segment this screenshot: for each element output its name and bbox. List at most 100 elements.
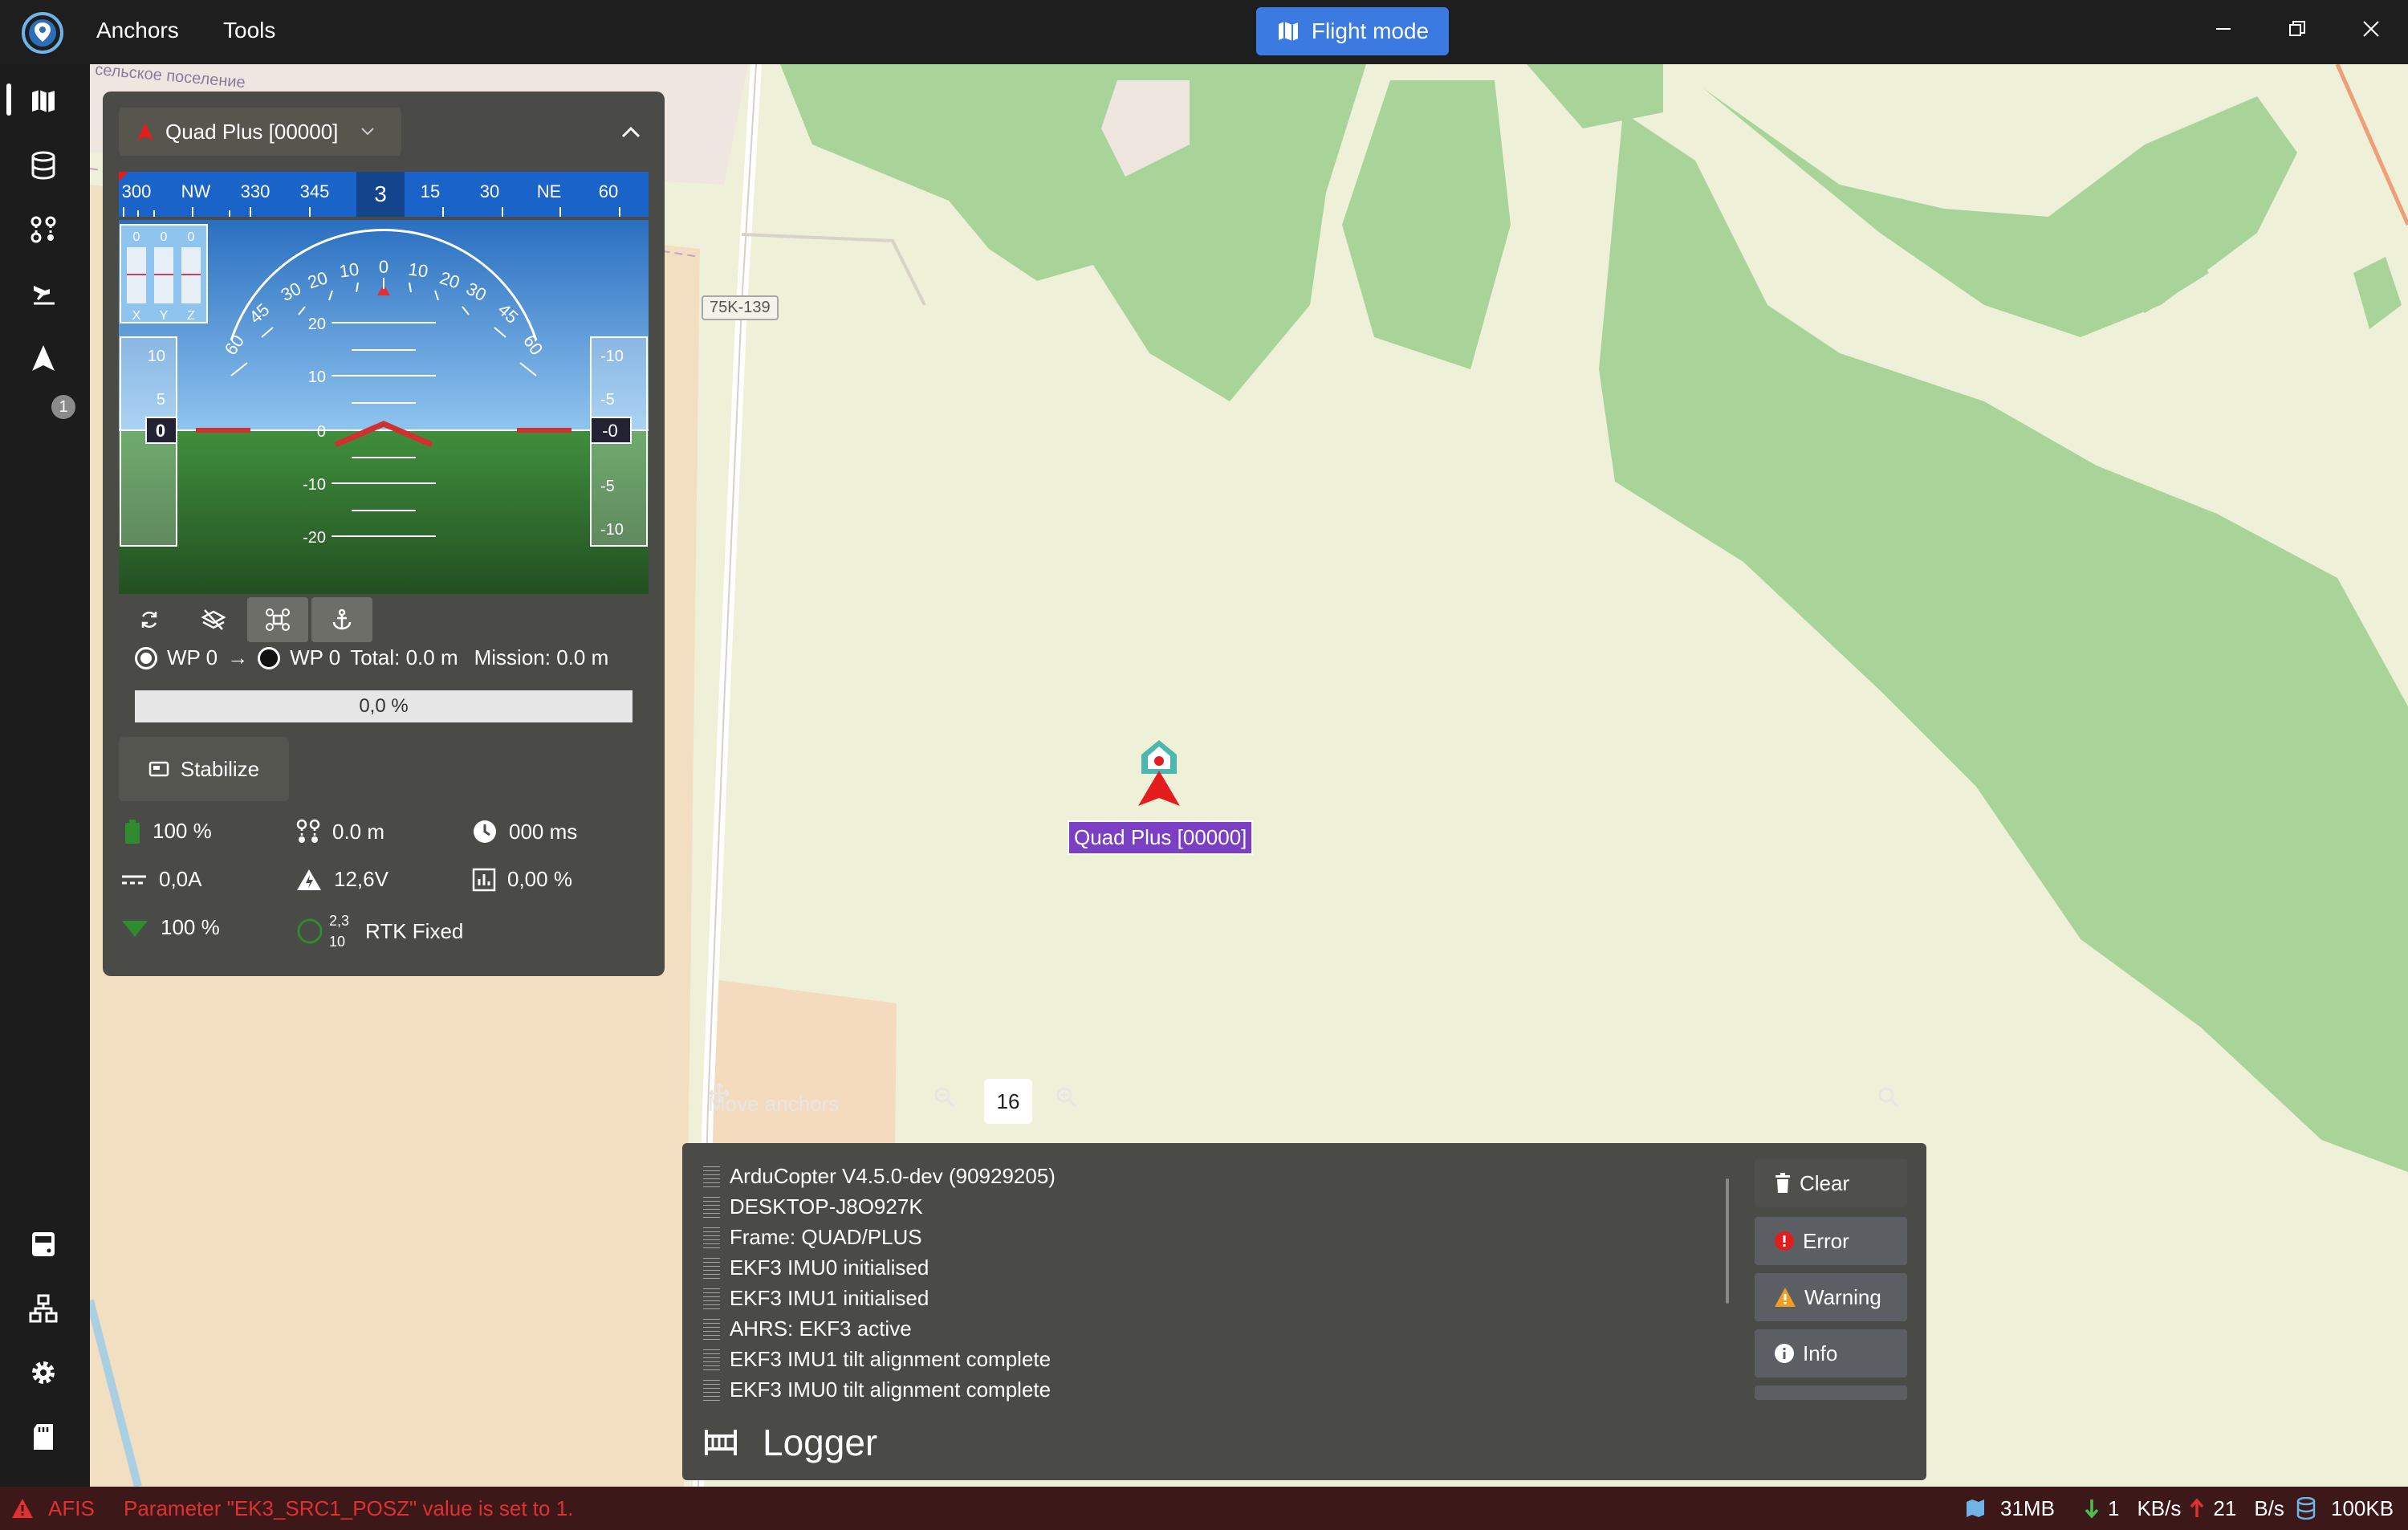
list-item: 𝄛 EKF3 IMU0 tilt alignment complete: [703, 1374, 1602, 1405]
sidebar-item-sdcard[interactable]: [21, 1414, 66, 1459]
title-bar: Anchors Tools Flight mode: [0, 0, 2408, 64]
wp-to-radio[interactable]: [258, 646, 281, 669]
attitude-graphic: 60 45 30 20 10 0 10 20 30 45 60 20100 -1…: [119, 220, 649, 594]
list-item: 𝄛 EKF3 IMU1 tilt alignment complete: [703, 1344, 1602, 1374]
close-button[interactable]: [2355, 13, 2387, 45]
status-source[interactable]: AFIS: [11, 1487, 95, 1530]
svg-text:Y: Y: [160, 309, 169, 323]
anchor-button[interactable]: [311, 597, 372, 642]
gps-fix: RTK Fixed: [365, 918, 464, 943]
flight-mode-button[interactable]: Flight mode: [1256, 7, 1449, 55]
zoom-out-icon: [934, 1087, 956, 1109]
minimize-button[interactable]: [2207, 13, 2239, 45]
signal-icon: [122, 920, 148, 937]
compass-tick: 345: [299, 181, 330, 201]
filter-error-button[interactable]: Error: [1755, 1217, 1907, 1265]
wp-from: WP 0: [167, 645, 218, 669]
trash-icon: [1775, 1173, 1790, 1193]
distance-value: 0.0 m: [332, 819, 385, 844]
filter-info-button[interactable]: Info: [1755, 1329, 1907, 1377]
sidebar-item-routes[interactable]: [21, 207, 66, 252]
svg-text:-20: -20: [303, 529, 326, 547]
landing-icon: [34, 286, 55, 305]
vehicle-marker[interactable]: [1135, 737, 1183, 809]
svg-text:0: 0: [317, 423, 326, 441]
logger-title: Logger: [703, 1421, 877, 1464]
menu-anchors[interactable]: Anchors: [96, 18, 179, 43]
drone-view-button[interactable]: [247, 597, 308, 642]
compass-tick: NE: [536, 181, 562, 201]
down-count: 1: [2108, 1495, 2120, 1520]
list-item: 𝄛 EKF3 IMU0 initialised: [703, 1252, 1602, 1283]
svg-text:0: 0: [156, 421, 165, 441]
wp-from-radio[interactable]: [135, 646, 157, 669]
compass-tick: 30: [479, 181, 500, 201]
zoom-level[interactable]: 16: [984, 1079, 1032, 1124]
gps-icon: [297, 918, 323, 944]
compass-tick: 330: [240, 181, 270, 201]
arrow-right-icon: →: [227, 645, 249, 669]
navigation-badge: 1: [51, 395, 75, 419]
logger-panel: 𝄛 ArduCopter V4.5.0-dev (90929205) 𝄛 DESKT…: [682, 1143, 1926, 1480]
app-logo[interactable]: [21, 11, 64, 55]
latency-stat: 000 ms: [472, 819, 577, 844]
info-icon: [1775, 1344, 1794, 1363]
sidebar-item-map[interactable]: [21, 79, 66, 124]
sidebar-item-landing[interactable]: [21, 271, 66, 316]
log-icon: 𝄛: [703, 1285, 720, 1309]
log-text: EKF3 IMU1 tilt alignment complete: [729, 1346, 1051, 1371]
svg-text:-10: -10: [600, 348, 624, 365]
compass-tick: 15: [420, 181, 441, 201]
move-anchors-button[interactable]: Move anchors: [708, 1082, 839, 1125]
waypoints-icon: [296, 819, 320, 843]
svg-text:-10: -10: [600, 521, 624, 539]
list-item: 𝄛 Frame: QUAD/PLUS: [703, 1222, 1602, 1252]
flight-mode-select[interactable]: Stabilize: [119, 737, 289, 801]
throttle-stat: 0,00 %: [472, 867, 572, 892]
log-icon: 𝄛: [703, 1163, 720, 1187]
list-item: 𝄛 ArduCopter V4.5.0-dev (90929205): [703, 1161, 1602, 1191]
current-stat: 0,0A: [120, 867, 202, 892]
menu-tools[interactable]: Tools: [223, 18, 275, 43]
sidebar-item-database[interactable]: [21, 143, 66, 188]
sidebar-item-storage[interactable]: [21, 1222, 66, 1267]
vehicle-name: Quad Plus [00000]: [165, 119, 339, 144]
sidebar-item-settings[interactable]: [21, 1350, 66, 1395]
map-icon: [1278, 22, 1298, 41]
log-list[interactable]: 𝄛 ArduCopter V4.5.0-dev (90929205) 𝄛 DESKT…: [703, 1161, 1602, 1405]
current-icon: [122, 875, 146, 884]
vehicle-select[interactable]: Quad Plus [00000]: [119, 108, 401, 156]
restore-icon: [2289, 21, 2305, 36]
filter-warning-button[interactable]: Warning: [1755, 1273, 1907, 1321]
log-icon: 𝄛: [703, 1316, 720, 1340]
clock-icon: [474, 820, 496, 843]
gear-icon: [32, 1361, 55, 1384]
list-item: 𝄛 EKF3 IMU1 initialised: [703, 1283, 1602, 1313]
sd-card-icon: [34, 1424, 53, 1450]
sidebar-item-navigation[interactable]: [21, 336, 66, 380]
sidebar-item-network[interactable]: [21, 1286, 66, 1331]
sync-button[interactable]: [119, 597, 180, 642]
logger-icon: [705, 1430, 737, 1455]
restore-button[interactable]: [2281, 13, 2313, 45]
navigation-icon: [32, 345, 55, 371]
collapse-panel-button[interactable]: [615, 116, 647, 148]
log-scrollbar[interactable]: [1726, 1178, 1729, 1304]
log-text: DESKTOP-J8O927K: [729, 1194, 923, 1219]
chevron-up-icon: [621, 126, 641, 138]
map-cache-value: 31MB: [2000, 1495, 2055, 1520]
throttle-value: 0,00 %: [507, 867, 572, 891]
layers-off-button[interactable]: [183, 597, 244, 642]
svg-text:-5: -5: [600, 391, 615, 409]
filter-more-button[interactable]: [1755, 1386, 1907, 1400]
drive-icon: [32, 1232, 55, 1256]
log-icon: 𝄛: [703, 1346, 720, 1370]
sidebar: 1: [0, 64, 90, 1487]
svg-text:20: 20: [308, 315, 326, 333]
vehicle-map-label: Quad Plus [00000]: [1068, 820, 1254, 855]
status-message[interactable]: Parameter "EK3_SRC1_POSZ" value is set t…: [124, 1487, 573, 1530]
up-rate: B/s: [2254, 1495, 2284, 1520]
clear-log-button[interactable]: Clear: [1755, 1159, 1907, 1207]
vehicle-arrow-icon: [1138, 771, 1180, 806]
map-icon: [32, 90, 55, 112]
